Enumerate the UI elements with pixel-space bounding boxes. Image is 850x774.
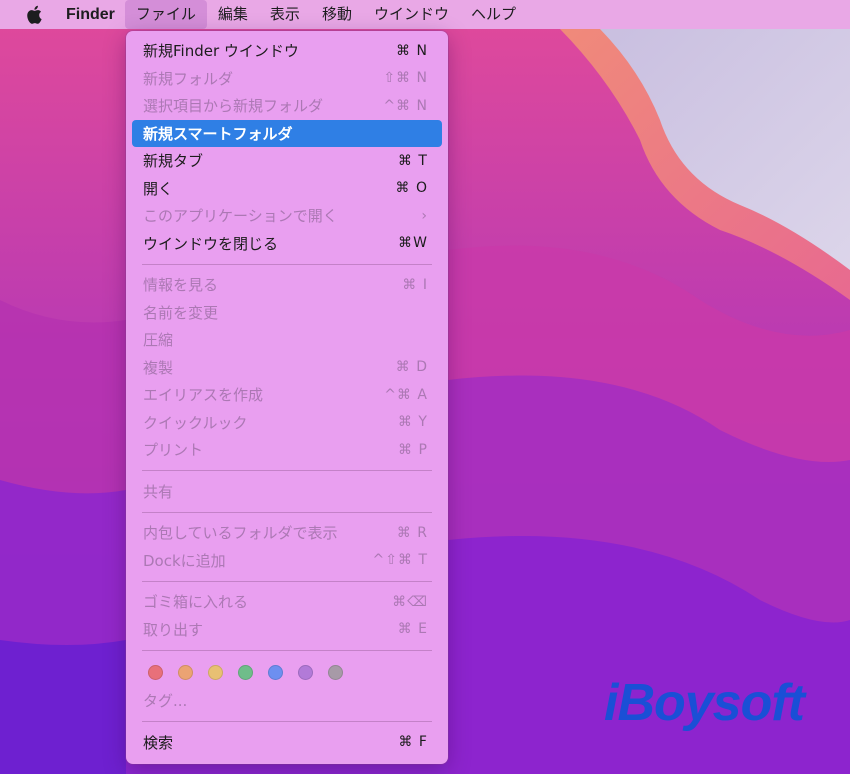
menu-item-shortcut: ⇧⌘ N [383,70,428,87]
chevron-right-icon: › [421,207,428,224]
menu-item-shortcut: ⌘ Y [397,414,428,431]
menu-item-move-to-trash: ゴミ箱に入れる ⌘⌫ [132,588,442,616]
menu-item-eject: 取り出す ⌘ E [132,616,442,644]
menu-item-new-smart-folder[interactable]: 新規スマートフォルダ [132,119,442,147]
menu-item-tags: タグ... [132,687,442,715]
menu-item-label: クイックルック [143,413,248,432]
tag-orange-dot[interactable] [178,664,193,680]
menu-item-find[interactable]: 検索 ⌘ F [132,729,442,757]
menu-item-label: 新規スマートフォルダ [143,124,293,143]
menu-item-label: Dockに追加 [143,551,226,570]
menu-separator [142,263,432,265]
menu-item-label: 圧縮 [143,331,174,350]
menu-item-rename: 名前を変更 [132,299,442,327]
menu-item-open[interactable]: 開く ⌘ O [132,175,442,203]
file-menu: 新規Finder ウインドウ ⌘ N 新規フォルダ ⇧⌘ N 選択項目から新規フ… [126,31,448,764]
menu-separator [142,580,432,582]
menu-item-make-alias: エイリアスを作成 ^⌘ A [132,381,442,409]
menu-item-label: 検索 [143,733,174,752]
menu-item-get-info: 情報を見る ⌘ I [132,271,442,299]
menubar-item-window[interactable]: ウインドウ [363,0,460,29]
menu-item-label: 内包しているフォルダで表示 [143,524,338,543]
tag-green-dot[interactable] [238,664,253,680]
menubar-item-file[interactable]: ファイル [124,0,207,29]
menu-item-label: 取り出す [143,620,204,639]
menu-item-close-window[interactable]: ウインドウを閉じる ⌘W [132,230,442,258]
menu-item-compress: 圧縮 [132,326,442,354]
menu-item-shortcut: ⌘ O [395,180,428,197]
menu-item-shortcut: ⌘⌫ [392,593,428,610]
menu-item-open-with: このアプリケーションで開く › [132,202,442,230]
svg-text:iBoysoft: iBoysoft [604,674,808,732]
menu-item-shortcut: ^⇧⌘ T [372,552,428,569]
menu-separator [142,721,432,722]
menu-separator [142,649,432,651]
menu-item-shortcut: ⌘ N [396,42,428,59]
menu-item-duplicate: 複製 ⌘ D [132,354,442,382]
iboysoft-watermark-logo: iBoysoft [604,674,809,732]
menu-item-shortcut: ⌘ D [395,359,428,376]
menu-item-label: 複製 [143,358,174,377]
menu-item-label: 開く [143,179,174,198]
menu-item-label: ウインドウを閉じる [143,234,279,253]
menu-item-shortcut: ⌘ I [402,276,428,293]
menubar-item-view[interactable]: 表示 [259,0,311,29]
menu-item-add-to-dock: Dockに追加 ^⇧⌘ T [132,547,442,575]
menu-item-shortcut: ^⌘ N [383,97,428,114]
menu-item-quick-look: クイックルック ⌘ Y [132,409,442,437]
menu-item-label: プリント [143,441,204,460]
menu-bar: Finder ファイル 編集 表示 移動 ウインドウ ヘルプ [0,0,850,29]
menu-item-shortcut: ⌘ T [397,152,428,169]
menubar-app-name[interactable]: Finder [62,0,125,29]
menu-item-shortcut: ⌘ R [396,524,428,541]
menu-item-show-in-enclosing-folder: 内包しているフォルダで表示 ⌘ R [132,519,442,547]
apple-icon[interactable] [22,0,46,29]
menu-item-shortcut: ⌘ E [397,621,428,638]
tag-blue-dot[interactable] [268,664,283,680]
menu-item-new-tab[interactable]: 新規タブ ⌘ T [132,147,442,175]
menu-item-new-finder-window[interactable]: 新規Finder ウインドウ ⌘ N [132,37,442,65]
menu-item-label: 情報を見る [143,276,219,295]
menu-item-label: 新規Finder ウインドウ [143,42,299,61]
menu-item-label: 選択項目から新規フォルダ [143,97,324,116]
menubar-item-go[interactable]: 移動 [311,0,363,29]
menu-item-shortcut: ⌘W [398,235,428,252]
menu-item-label: エイリアスを作成 [143,386,264,405]
menu-item-label: ゴミ箱に入れる [143,593,249,612]
tag-purple-dot[interactable] [298,664,313,680]
menubar-item-help[interactable]: ヘルプ [460,0,527,29]
menu-separator [142,470,432,471]
tag-gray-dot[interactable] [328,664,343,680]
menu-item-share: 共有 [132,478,442,506]
menu-item-label: 新規タブ [143,152,204,171]
menu-item-shortcut: ^⌘ A [384,386,428,403]
menu-item-new-folder-with-selection: 選択項目から新規フォルダ ^⌘ N [132,92,442,120]
tag-red-dot[interactable] [148,664,163,680]
tag-yellow-dot[interactable] [208,664,223,680]
menu-item-label: 共有 [143,482,174,501]
menu-item-label: 新規フォルダ [143,69,234,88]
menu-item-label: このアプリケーションで開く [143,207,338,226]
menu-item-print: プリント ⌘ P [132,436,442,464]
menu-item-new-folder: 新規フォルダ ⇧⌘ N [132,65,442,93]
menubar-item-edit[interactable]: 編集 [207,0,259,29]
menu-item-label: 名前を変更 [143,303,219,322]
menu-item-shortcut: ⌘ F [398,734,428,751]
menu-separator [142,511,432,513]
menu-item-label: タグ... [143,692,188,711]
tag-colors-row [132,657,442,687]
menu-item-shortcut: ⌘ P [398,441,428,458]
